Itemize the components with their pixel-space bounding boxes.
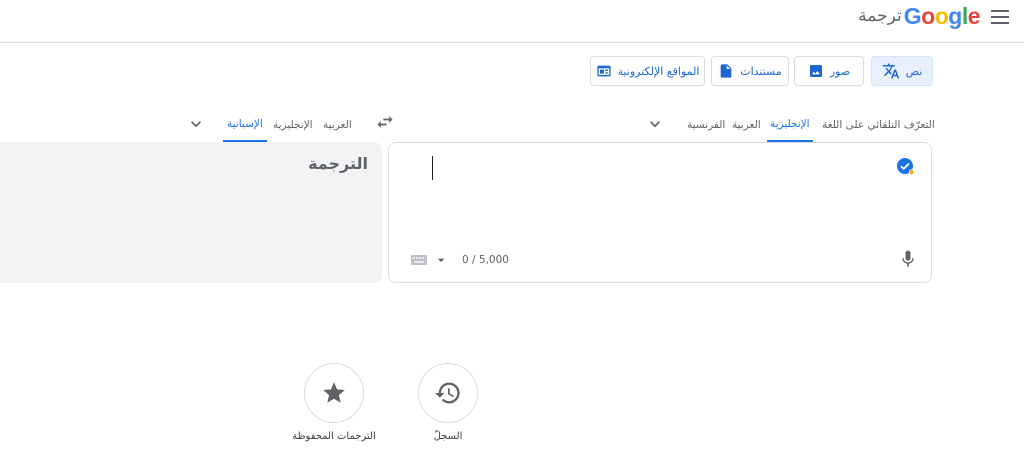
source-lang-arabic[interactable]: العربية bbox=[732, 108, 761, 142]
target-lang-spanish[interactable]: الإسبانية bbox=[223, 108, 267, 142]
history-button[interactable] bbox=[418, 363, 478, 423]
character-count: 0 / 5,000 bbox=[462, 254, 509, 266]
history-icon bbox=[435, 382, 460, 404]
keyboard-icon[interactable] bbox=[410, 253, 428, 267]
text-cursor bbox=[432, 156, 433, 180]
source-lang-french[interactable]: الفرنسية bbox=[687, 108, 725, 142]
swap-languages-icon[interactable] bbox=[375, 112, 395, 132]
mode-documents-button[interactable]: مستندات bbox=[711, 56, 789, 86]
mode-websites-button[interactable]: المواقع الإلكترونية bbox=[590, 56, 705, 86]
verified-check-icon bbox=[897, 158, 915, 175]
image-icon bbox=[809, 65, 822, 77]
google-logo-text: Google bbox=[903, 2, 981, 29]
website-icon bbox=[596, 65, 611, 77]
hamburger-menu-icon[interactable] bbox=[988, 7, 1012, 27]
source-lang-english[interactable]: الإنجليزية bbox=[767, 108, 813, 142]
source-lang-detect[interactable]: التعرّف التلقائي على اللغة bbox=[822, 108, 935, 142]
saved-translations-label: الترجمات المحفوظة bbox=[292, 431, 376, 442]
microphone-icon[interactable] bbox=[898, 249, 918, 269]
mode-images-button[interactable]: صور bbox=[794, 56, 864, 86]
document-icon bbox=[720, 64, 732, 78]
translation-output-panel: الترجمة bbox=[0, 142, 382, 283]
mode-text-button[interactable]: نص bbox=[871, 56, 933, 86]
target-lang-arabic[interactable]: العربية bbox=[323, 108, 352, 142]
translate-icon bbox=[882, 63, 899, 79]
translation-placeholder: الترجمة bbox=[308, 154, 368, 173]
product-name: ترجمة bbox=[858, 6, 902, 26]
target-lang-english[interactable]: الإنجليزية bbox=[273, 108, 313, 142]
mode-text-label: نص bbox=[905, 64, 923, 78]
star-icon bbox=[323, 382, 345, 403]
input-tools-dropdown-icon[interactable] bbox=[433, 252, 449, 268]
mode-images-label: صور bbox=[829, 64, 851, 78]
target-lang-more-chevron-down-icon[interactable] bbox=[186, 114, 206, 134]
history-label: السجلّ bbox=[433, 431, 463, 442]
source-lang-more-chevron-down-icon[interactable] bbox=[645, 114, 665, 134]
saved-translations-button[interactable] bbox=[304, 363, 364, 423]
google-translate-logo[interactable]: Google ترجمة bbox=[858, 3, 980, 29]
top-app-bar: Google ترجمة bbox=[0, 0, 1024, 43]
mode-documents-label: مستندات bbox=[740, 64, 782, 78]
mode-websites-label: المواقع الإلكترونية bbox=[617, 64, 700, 78]
